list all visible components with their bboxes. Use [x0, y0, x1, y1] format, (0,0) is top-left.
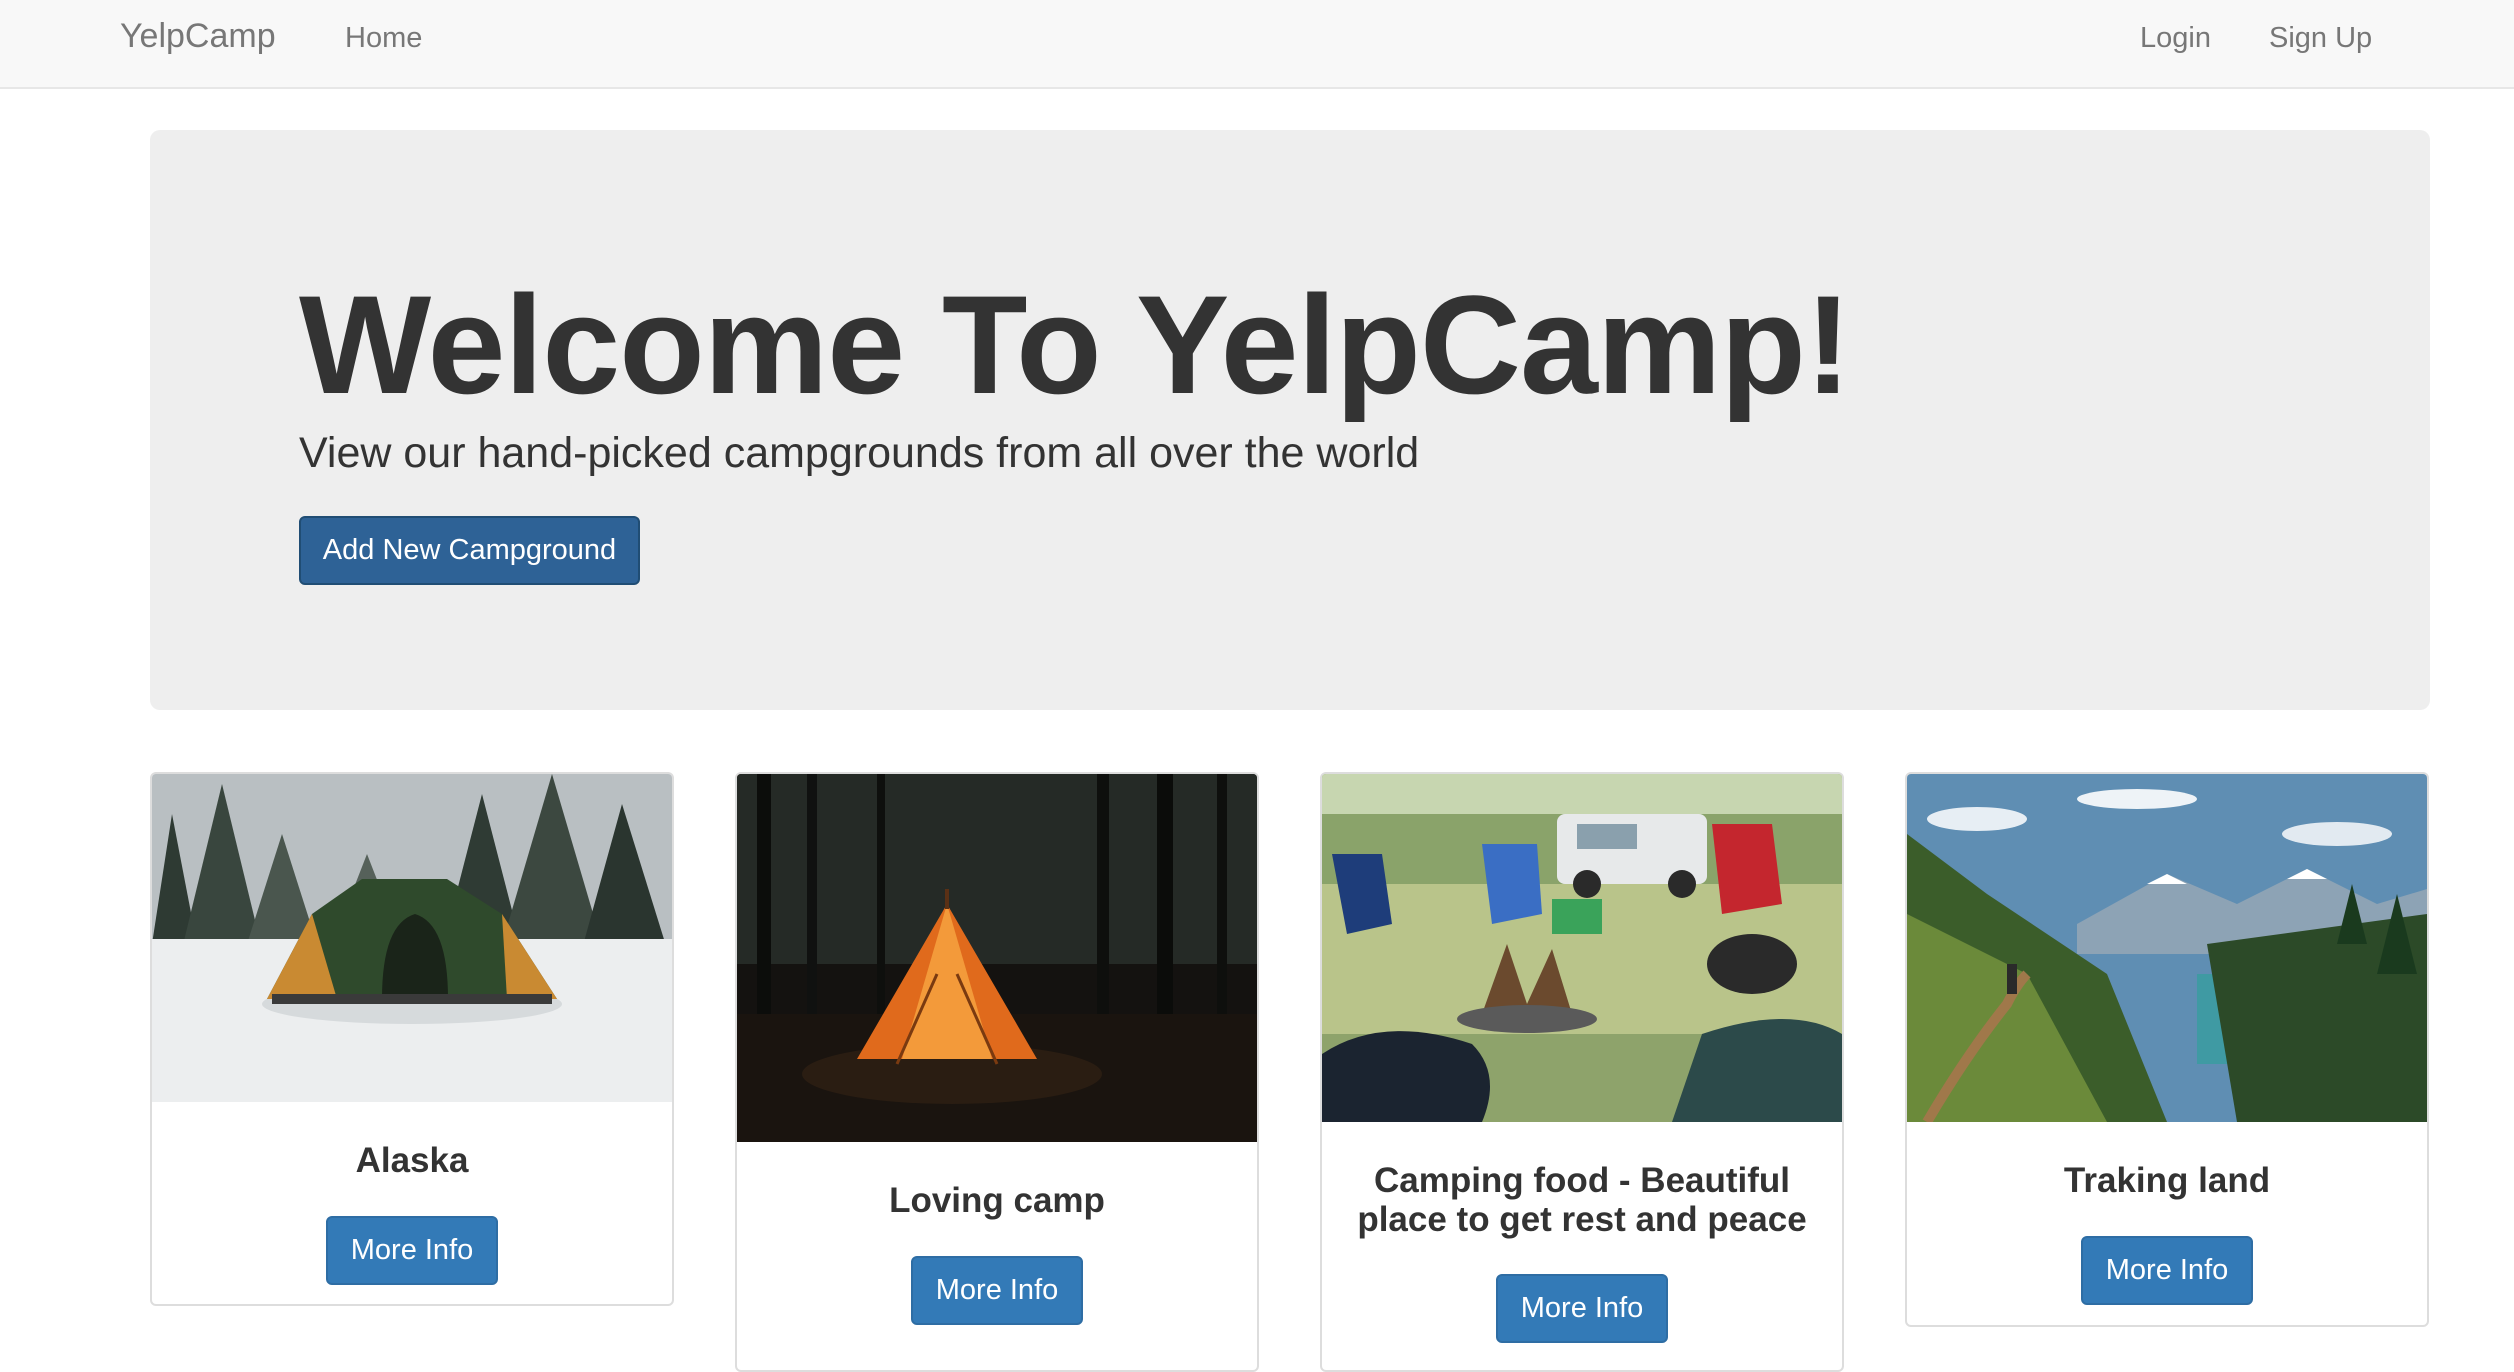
campground-title: Loving camp — [889, 1181, 1105, 1220]
campground-image-loving-camp — [737, 774, 1257, 1142]
campground-title: Alaska — [355, 1141, 469, 1180]
more-info-button[interactable]: More Info — [1496, 1274, 1668, 1343]
campground-image-camping-food — [1322, 774, 1842, 1122]
add-campground-button[interactable]: Add New Campground — [299, 516, 640, 585]
page-subtitle: View our hand-picked campgrounds from al… — [299, 429, 1420, 477]
campground-image-traking-land — [1907, 774, 2427, 1122]
campground-card-traking-land: Traking land More Info — [1905, 772, 2429, 1327]
campground-card-loving-camp: Loving camp More Info — [735, 772, 1259, 1372]
nav-signup-link[interactable]: Sign Up — [2269, 20, 2372, 56]
campground-title: Traking land — [2063, 1161, 2271, 1200]
jumbotron: Welcome To YelpCamp! View our hand-picke… — [150, 130, 2430, 710]
brand-logo[interactable]: YelpCamp — [120, 16, 276, 56]
campground-card-alaska: Alaska More Info — [150, 772, 674, 1306]
more-info-button[interactable]: More Info — [911, 1256, 1083, 1325]
nav-login-link[interactable]: Login — [2140, 20, 2211, 56]
campground-image-alaska — [152, 774, 672, 1102]
page-title: Welcome To YelpCamp! — [299, 266, 1852, 423]
navbar: YelpCamp Home Login Sign Up — [0, 0, 2514, 89]
campground-title: Camping food - Beautiful place to get re… — [1357, 1161, 1807, 1239]
more-info-button[interactable]: More Info — [326, 1216, 498, 1285]
nav-home-link[interactable]: Home — [345, 20, 422, 56]
campground-card-camping-food: Camping food - Beautiful place to get re… — [1320, 772, 1844, 1372]
more-info-button[interactable]: More Info — [2081, 1236, 2253, 1305]
